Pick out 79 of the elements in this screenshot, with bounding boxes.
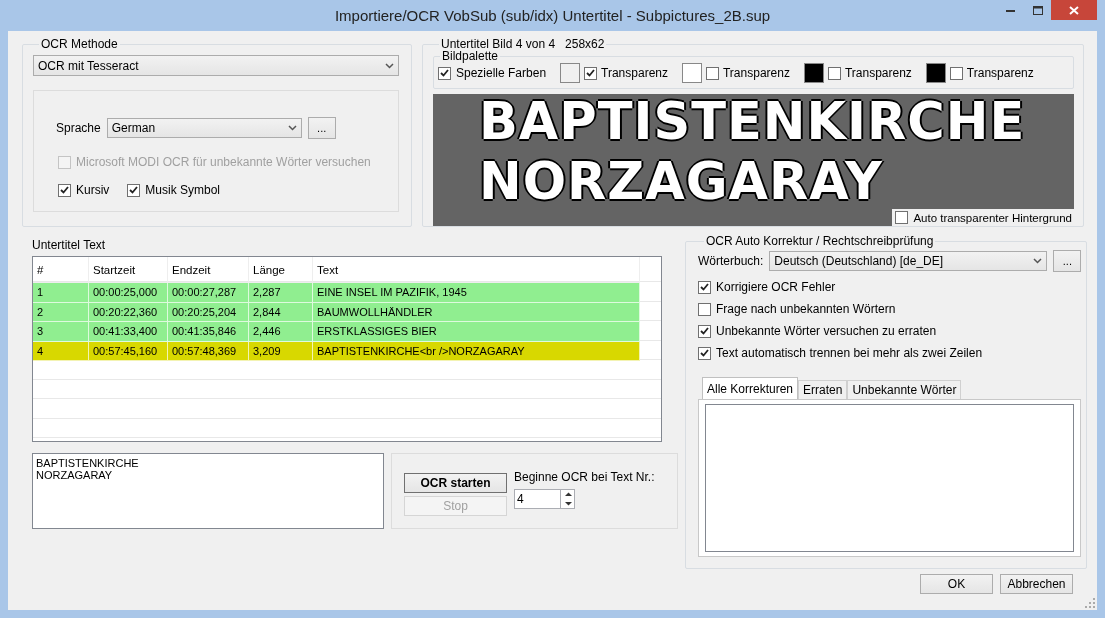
language-dropdown[interactable]: German (106, 118, 302, 138)
checkbox-label: Transparenz (723, 66, 790, 80)
table-cell: EINE INSEL IM PAZIFIK, 1945 (313, 283, 640, 303)
checkbox[interactable] (949, 66, 963, 80)
table-cell: 2,287 (249, 283, 313, 303)
checkbox-label: Auto transparenter Hintergrund (913, 211, 1072, 224)
table-cell: 3 (33, 322, 89, 342)
group-title: OCR Methode (40, 37, 119, 51)
color-swatch[interactable] (925, 63, 946, 83)
checkbox[interactable] (58, 183, 71, 197)
maximize-icon (1032, 5, 1043, 15)
more-button[interactable]: ... (1053, 250, 1082, 272)
table-row[interactable]: 2 00:20:22,360 00:20:25,204 2,844 BAUMWOLLHÄNDLER (33, 302, 640, 322)
ocr-engine-dropdown[interactable]: OCR mit Tesseract (33, 55, 399, 76)
resize-grip-icon[interactable] (1085, 598, 1095, 608)
tab[interactable]: Alle Korrekturen (702, 377, 799, 399)
checkbox-label: Text automatisch trennen bei mehr als zwei Zeilen (716, 346, 983, 360)
group-title: Bildpalette (441, 49, 500, 63)
dialog-button[interactable]: OK (920, 574, 993, 594)
checkbox[interactable] (698, 280, 711, 294)
text-area[interactable]: BAPTISTENKIRCHE NORZAGARAY (32, 453, 384, 529)
table-cell: 00:57:45,160 (89, 341, 168, 361)
table-cell: 00:00:25,000 (89, 283, 168, 303)
section-label: Untertitel Text (32, 238, 107, 252)
chevron-icon (385, 62, 394, 69)
start-ocr-button[interactable]: OCR starten (404, 473, 507, 493)
table-cell: 1 (33, 283, 89, 303)
more-button[interactable]: ... (307, 117, 336, 139)
table-cell: 4 (33, 341, 89, 361)
tab[interactable]: Erraten (798, 380, 848, 399)
checkbox[interactable] (438, 66, 451, 80)
start-number-label: Beginne OCR bei Text Nr.: (514, 470, 655, 484)
checkbox[interactable] (698, 324, 711, 338)
color-swatch[interactable] (682, 63, 702, 83)
dictionary-label: Wörterbuch: (698, 254, 764, 268)
color-swatch[interactable] (803, 63, 824, 83)
checkbox-label: Korrigiere OCR Fehler (716, 280, 836, 294)
minimize-icon (1006, 8, 1015, 12)
table-cell: 3,209 (249, 341, 313, 361)
checkbox[interactable] (584, 66, 598, 80)
chevron-icon (1033, 258, 1043, 264)
language-label: Sprache (56, 121, 101, 135)
checkbox-label: Microsoft MODI OCR für unbekannte Wörter versuchen (76, 155, 371, 169)
group-title: Untertitel Bild 4 von 4 258x62 (440, 37, 606, 51)
checkbox-label: Unbekannte Wörter versuchen zu erraten (716, 324, 937, 338)
checkbox[interactable] (706, 66, 719, 80)
tab[interactable]: Unbekannte Wörter (847, 380, 962, 399)
table-cell: 00:41:35,846 (168, 322, 249, 342)
table-cell: 00:41:33,400 (89, 322, 168, 342)
table-cell: BAPTISTENKIRCHE<br />NORZAGARAY (313, 341, 640, 361)
checkbox-label: Transparenz (844, 66, 912, 80)
color-swatch[interactable] (560, 63, 581, 83)
checkbox-label: Transparenz (601, 66, 668, 80)
checkbox-label: Spezielle Farben (456, 66, 547, 80)
group-title: OCR Auto Korrektur / Rechtschreibprüfung (705, 234, 935, 248)
checkbox[interactable] (698, 346, 711, 360)
dialog-button[interactable]: Abbrechen (1000, 574, 1073, 594)
table-cell: 00:00:27,287 (168, 283, 249, 303)
number-field[interactable]: 4 (514, 489, 560, 509)
chevron-icon (287, 125, 297, 131)
table-row[interactable]: 3 00:41:33,400 00:41:35,846 2,446 ERSTKLASSIGES BIER (33, 322, 640, 342)
checkbox-label: Kursiv (76, 183, 110, 197)
checkbox[interactable] (127, 183, 141, 197)
checkbox-label: Transparenz (966, 66, 1034, 80)
checkbox[interactable] (698, 302, 711, 316)
close-button[interactable] (1051, 0, 1097, 20)
checkbox-label: Musik Symbol (145, 183, 221, 197)
table-row[interactable]: 1 00:00:25,000 00:00:27,287 2,287 EINE INSEL IM PAZIFIK, 1945 (33, 283, 640, 303)
checkbox-label: Frage nach unbekannten Wörtern (716, 302, 896, 316)
dictionary-dropdown[interactable]: Deutsch (Deutschland) [de_DE] (769, 251, 1048, 271)
close-icon (1069, 5, 1079, 15)
table-cell: 00:57:48,369 (168, 341, 249, 361)
table-row[interactable]: 4 00:57:45,160 00:57:48,369 3,209 BAPTISTENKIRCHE<br />NORZAGARAY (33, 341, 640, 361)
checkbox[interactable] (827, 66, 841, 80)
window-title: Importiere/OCR VobSub (sub/idx) Untertitel - Subpictures_2B.sup (334, 7, 771, 24)
table-cell: 2,446 (249, 322, 313, 342)
subtitle-image-text: BAPTISTENKIRCHE NORZAGARAY (479, 92, 1027, 212)
table-cell: ERSTKLASSIGES BIER (313, 322, 640, 342)
checkbox[interactable] (895, 211, 909, 224)
